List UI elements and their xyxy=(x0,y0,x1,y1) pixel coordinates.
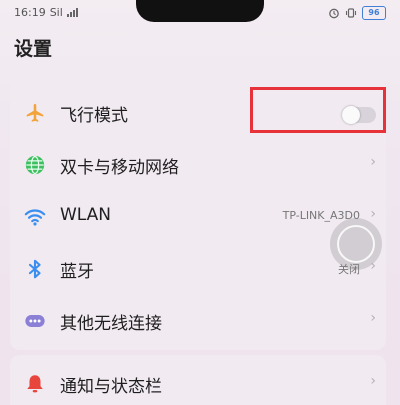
wifi-icon xyxy=(24,209,46,226)
status-right: 96 xyxy=(328,6,386,20)
status-left: 16:19 Sil xyxy=(14,6,78,19)
settings-item-dual-sim[interactable]: 双卡与移动网络 › xyxy=(10,138,386,190)
settings-screen: 16:19 Sil 96 设置 飞行模式 双卡与移动网络 › WLAN TP-L… xyxy=(0,0,400,405)
bluetooth-icon xyxy=(28,259,41,279)
settings-item-wlan[interactable]: WLAN TP-LINK_A3D0 › xyxy=(10,190,386,242)
signal-text: Sil xyxy=(49,6,63,19)
status-time: 16:19 xyxy=(14,6,46,19)
vibrate-icon xyxy=(345,8,357,18)
settings-item-label: 通知与状态栏 xyxy=(60,377,162,397)
camera-notch xyxy=(136,0,264,22)
settings-item-other-wireless[interactable]: 其他无线连接 › xyxy=(10,294,386,346)
settings-item-bluetooth[interactable]: 蓝牙 关闭 › xyxy=(10,242,386,294)
settings-item-label: 双卡与移动网络 xyxy=(60,158,179,178)
settings-item-label: 其他无线连接 xyxy=(60,314,162,334)
settings-item-label: WLAN xyxy=(60,205,112,225)
chevron-right-icon: › xyxy=(370,206,376,222)
alarm-icon xyxy=(329,8,339,19)
settings-item-label: 飞行模式 xyxy=(60,106,128,126)
settings-item-notifications[interactable]: 通知与状态栏 › xyxy=(10,357,386,405)
assistive-ring-icon xyxy=(337,225,375,263)
battery-indicator: 96 xyxy=(362,6,386,20)
signal-icon xyxy=(66,8,78,17)
bell-icon xyxy=(27,375,43,393)
globe-icon xyxy=(25,155,45,175)
highlight-annotation-box xyxy=(250,87,386,133)
chevron-right-icon: › xyxy=(370,310,376,326)
page-title: 设置 xyxy=(14,38,53,60)
airplane-icon xyxy=(26,103,44,122)
settings-item-label: 蓝牙 xyxy=(60,262,94,282)
settings-group-notifications: 通知与状态栏 › xyxy=(10,355,386,405)
chevron-right-icon: › xyxy=(370,373,376,389)
floating-assistive-button[interactable] xyxy=(330,218,382,270)
more-connections-icon xyxy=(25,315,45,327)
chevron-right-icon: › xyxy=(370,154,376,170)
